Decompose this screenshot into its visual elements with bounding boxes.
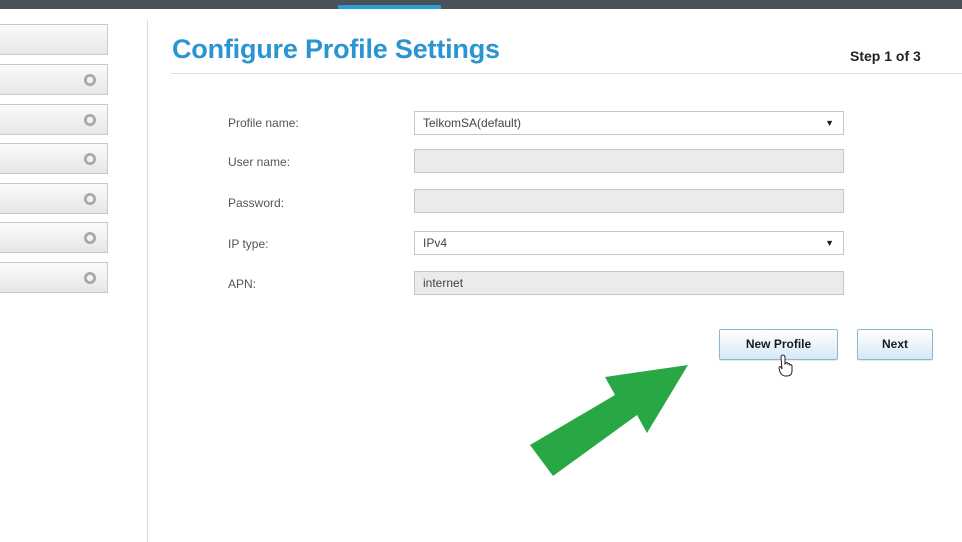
sidebar-item-7[interactable] <box>0 262 108 293</box>
user-name-label: User name: <box>228 155 291 169</box>
circle-icon <box>84 232 96 244</box>
sidebar-item-5[interactable] <box>0 183 108 214</box>
password-label: Password: <box>228 196 285 210</box>
sidebar-item-6[interactable] <box>0 222 108 253</box>
chevron-down-icon: ▼ <box>825 238 834 248</box>
next-button[interactable]: Next <box>857 329 933 360</box>
ip-type-label: IP type: <box>228 237 269 251</box>
apn-field[interactable]: internet <box>414 271 844 295</box>
content-divider <box>147 20 148 542</box>
password-field[interactable] <box>414 189 844 213</box>
top-bar <box>0 0 962 9</box>
step-indicator: Step 1 of 3 <box>850 48 921 64</box>
title-divider <box>171 73 962 74</box>
circle-icon <box>84 114 96 126</box>
circle-icon <box>84 193 96 205</box>
hand-cursor-icon <box>778 354 793 377</box>
top-bar-active-indicator <box>338 5 441 9</box>
circle-icon <box>84 153 96 165</box>
ip-type-value: IPv4 <box>423 236 448 250</box>
circle-icon <box>84 74 96 86</box>
arrow-icon <box>530 365 688 476</box>
circle-icon <box>84 272 96 284</box>
user-name-field[interactable] <box>414 149 844 173</box>
profile-name-value: TelkomSA(default) <box>423 116 522 130</box>
apn-value: internet <box>423 276 464 290</box>
profile-name-select[interactable]: TelkomSA(default) ▼ <box>414 111 844 135</box>
ip-type-select[interactable]: IPv4 ▼ <box>414 231 844 255</box>
sidebar-item-4[interactable] <box>0 143 108 174</box>
profile-name-label: Profile name: <box>228 116 299 130</box>
chevron-down-icon: ▼ <box>825 118 834 128</box>
sidebar-item-3[interactable] <box>0 104 108 135</box>
page-title: Configure Profile Settings <box>172 34 500 64</box>
apn-label: APN: <box>228 277 257 291</box>
sidebar-item-1[interactable] <box>0 24 108 55</box>
sidebar-item-2[interactable] <box>0 64 108 95</box>
